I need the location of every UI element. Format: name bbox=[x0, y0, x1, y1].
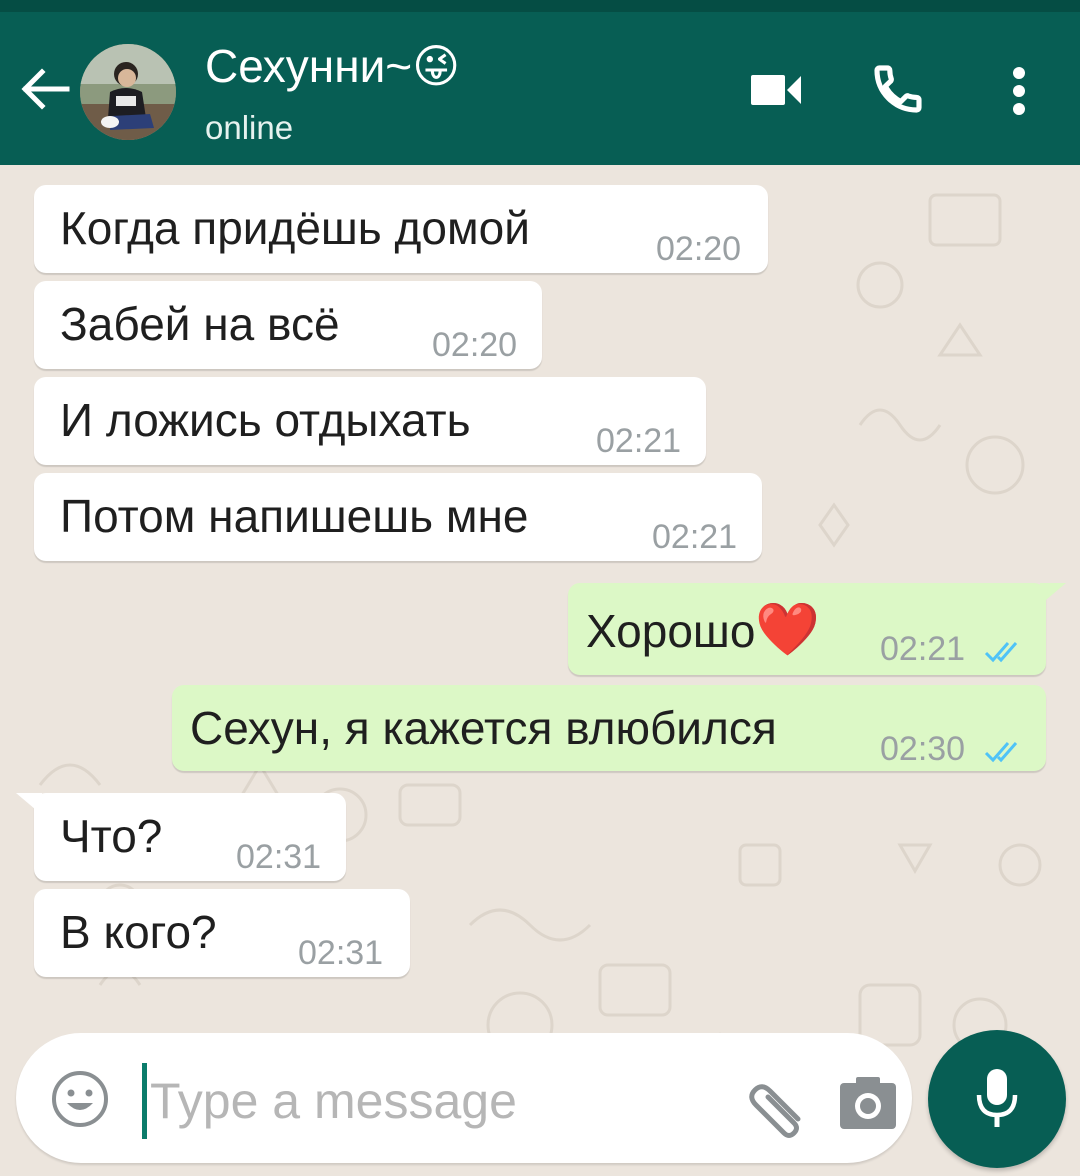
double-check-icon bbox=[984, 742, 1018, 763]
message-text: И ложись отдыхать bbox=[60, 393, 471, 447]
bubble-tail bbox=[1040, 583, 1066, 605]
message-text: Потом напишешь мне bbox=[60, 489, 529, 543]
message-text-content: Забей на всё bbox=[60, 298, 340, 350]
more-options-button[interactable] bbox=[994, 56, 1044, 126]
incoming-message[interactable]: Что? 02:31 bbox=[16, 793, 346, 881]
message-text: В кого? bbox=[60, 905, 217, 959]
contact-avatar[interactable] bbox=[80, 44, 176, 140]
heart-emoji: ❤️ bbox=[755, 601, 821, 659]
message-text: Когда придёшь домой bbox=[60, 201, 530, 255]
video-call-button[interactable] bbox=[740, 60, 812, 120]
voice-call-button[interactable] bbox=[862, 56, 934, 122]
emoji-button[interactable] bbox=[50, 1069, 110, 1129]
incoming-message[interactable]: Когда придёшь домой 02:20 bbox=[34, 185, 768, 273]
message-time: 02:20 bbox=[432, 326, 518, 364]
message-text-content: Хорошо bbox=[586, 605, 756, 657]
message-time: 02:30 bbox=[880, 730, 966, 768]
contact-name-emoji: 😜 bbox=[412, 40, 461, 92]
back-button[interactable] bbox=[14, 54, 76, 124]
message-text: Что? bbox=[60, 809, 162, 863]
contact-name[interactable]: Сехунни~😜 bbox=[205, 38, 460, 94]
message-input[interactable] bbox=[146, 1063, 720, 1139]
arrow-left-icon bbox=[21, 68, 70, 110]
outgoing-message[interactable]: Хорошо❤️ 02:21 bbox=[568, 583, 1066, 675]
more-vert-icon bbox=[1013, 67, 1025, 115]
phone-icon bbox=[874, 65, 922, 113]
message-time: 02:31 bbox=[298, 934, 384, 972]
smiley-icon bbox=[52, 1071, 108, 1127]
microphone-icon bbox=[976, 1069, 1018, 1127]
message-composer bbox=[16, 1033, 912, 1163]
message-text: Забей на всё bbox=[60, 297, 340, 351]
incoming-message[interactable]: Забей на всё 02:20 bbox=[34, 281, 542, 369]
message-text: Хорошо❤️ bbox=[586, 603, 820, 658]
bubble-tail bbox=[16, 793, 42, 815]
incoming-message[interactable]: И ложись отдыхать 02:21 bbox=[34, 377, 706, 465]
message-time: 02:21 bbox=[596, 422, 682, 460]
status-bar bbox=[0, 0, 1080, 12]
contact-name-text: Сехунни~ bbox=[205, 40, 413, 92]
message-time: 02:21 bbox=[880, 630, 966, 668]
voice-message-button[interactable] bbox=[928, 1030, 1066, 1168]
camera-icon bbox=[840, 1077, 896, 1129]
message-text-content: Что? bbox=[60, 810, 163, 862]
message-time: 02:20 bbox=[656, 230, 742, 268]
attach-button[interactable] bbox=[740, 1071, 810, 1141]
message-text: Сехун, я кажется влюбился bbox=[190, 701, 777, 755]
message-time: 02:31 bbox=[236, 838, 322, 876]
message-time: 02:21 bbox=[652, 518, 738, 556]
message-text-content: В кого? bbox=[60, 906, 217, 958]
message-text-content: Потом напишешь мне bbox=[60, 490, 529, 542]
paperclip-icon bbox=[749, 1084, 801, 1138]
chat-header: Сехунни~😜 online bbox=[0, 12, 1080, 165]
outgoing-message[interactable]: Сехун, я кажется влюбился 02:30 bbox=[172, 685, 1046, 771]
video-call-icon bbox=[751, 75, 801, 105]
incoming-message[interactable]: В кого? 02:31 bbox=[34, 889, 410, 977]
message-text-content: Когда придёшь домой bbox=[60, 202, 530, 254]
incoming-message[interactable]: Потом напишешь мне 02:21 bbox=[34, 473, 762, 561]
message-text-content: И ложись отдыхать bbox=[60, 394, 471, 446]
message-list[interactable]: Когда придёшь домой 02:20 Забей на всё 02:2… bbox=[0, 165, 1080, 1176]
message-text-content: Сехун, я кажется влюбился bbox=[190, 702, 777, 754]
camera-button[interactable] bbox=[836, 1073, 900, 1133]
double-check-icon bbox=[984, 642, 1018, 663]
contact-status: online bbox=[205, 109, 294, 146]
